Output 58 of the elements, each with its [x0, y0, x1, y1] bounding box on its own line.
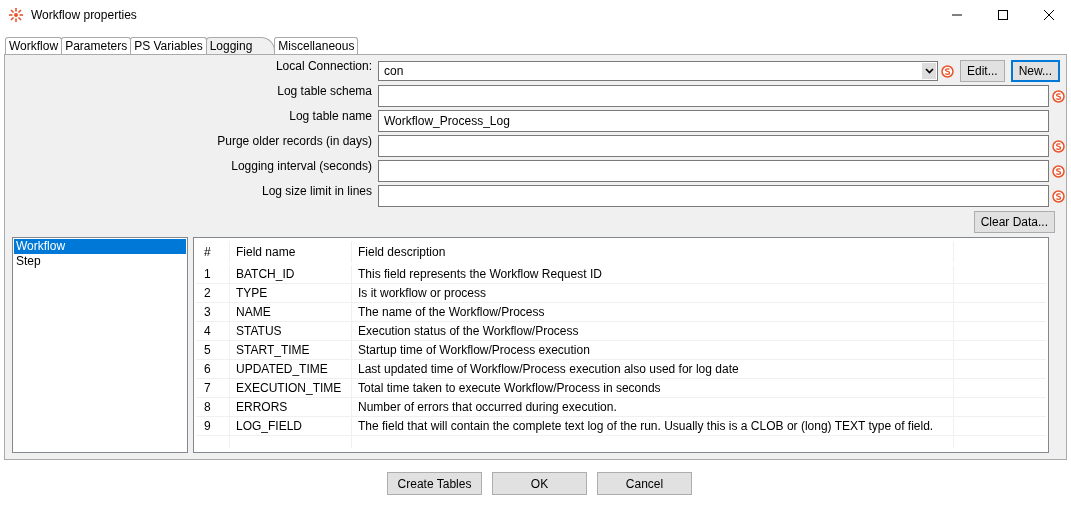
app-icon — [8, 7, 24, 23]
column-header[interactable]: Field description — [351, 241, 953, 263]
table-cell-text: 3 — [203, 304, 212, 321]
table-cell: ERRORS — [229, 398, 351, 416]
clear-data-button[interactable]: Clear Data... — [973, 211, 1055, 233]
connection-dropdown[interactable]: con — [378, 61, 938, 81]
field-label: Log size limit in lines — [260, 184, 373, 198]
table-cell: The name of the Workflow/Process — [351, 303, 953, 321]
tab[interactable]: Logging — [205, 37, 276, 54]
table-cell-text: 4 — [203, 323, 212, 340]
field-label: Log table name — [288, 109, 373, 123]
text-field[interactable] — [378, 135, 1049, 157]
table-cell: UPDATED_TIME — [229, 360, 351, 378]
close-icon[interactable] — [1043, 9, 1055, 21]
table-cell: Last updated time of Workflow/Process execution also used for log date — [351, 360, 953, 378]
table-cell: EXECUTION_TIME — [229, 379, 351, 397]
dialog-button[interactable]: Cancel — [597, 472, 692, 495]
field-label: Local Connection: — [274, 59, 373, 73]
field-label: Logging interval (seconds) — [230, 159, 373, 173]
table-cell: Startup time of Workflow/Process execution — [351, 341, 953, 359]
dialog-button[interactable]: Create Tables — [387, 472, 482, 495]
table-cell: LOG_FIELD — [229, 417, 351, 435]
table-cell: Total time taken to execute Workflow/Process in seconds — [351, 379, 953, 397]
tab[interactable]: Workflow — [5, 37, 63, 54]
table-cell: Number of errors that occurred during execution. — [351, 398, 953, 416]
table-cell: Is it workflow or process — [351, 284, 953, 302]
tab[interactable]: Miscellaneous — [274, 37, 359, 54]
dialog-button[interactable]: OK — [492, 472, 587, 495]
chevron-down-icon — [924, 68, 934, 74]
list-item[interactable]: Step — [14, 254, 186, 269]
maximize-icon[interactable] — [997, 9, 1009, 21]
text-field[interactable] — [378, 185, 1049, 207]
table-cell-text: 5 — [203, 342, 212, 359]
dialog-button[interactable]: New... — [1010, 60, 1061, 82]
text-field[interactable]: Workflow_Process_Log — [378, 110, 1049, 132]
table-cell-text: 1 — [203, 266, 212, 283]
column-header[interactable]: Field name — [229, 241, 351, 263]
list-item[interactable]: Workflow — [14, 239, 186, 254]
table-cell-text: 2 — [203, 285, 212, 302]
table-cell: STATUS — [229, 322, 351, 340]
table-cell: The field that will contain the complete text log of the run. Usually this is a CLOB or (long) TEXT type of field. — [351, 417, 953, 435]
table-cell: TYPE — [229, 284, 351, 302]
field-label: Purge older records (in days) — [216, 134, 373, 148]
text-field[interactable] — [378, 160, 1049, 182]
window-title: Workflow properties — [31, 8, 137, 22]
table-cell: Execution status of the Workflow/Process — [351, 322, 953, 340]
table-cell-text: 8 — [203, 399, 212, 416]
text-field[interactable] — [378, 85, 1049, 107]
table-cell: NAME — [229, 303, 351, 321]
column-header[interactable]: # — [196, 241, 229, 263]
table-cell-text: 7 — [203, 380, 212, 397]
table-cell: This field represents the Workflow Request ID — [351, 265, 953, 283]
field-label: Log table schema — [276, 84, 373, 98]
table-cell-text: 6 — [203, 361, 212, 378]
table-cell-text: 9 — [203, 418, 212, 435]
table-cell: START_TIME — [229, 341, 351, 359]
dialog-button[interactable]: Edit... — [960, 60, 1005, 82]
table-cell: BATCH_ID — [229, 265, 351, 283]
